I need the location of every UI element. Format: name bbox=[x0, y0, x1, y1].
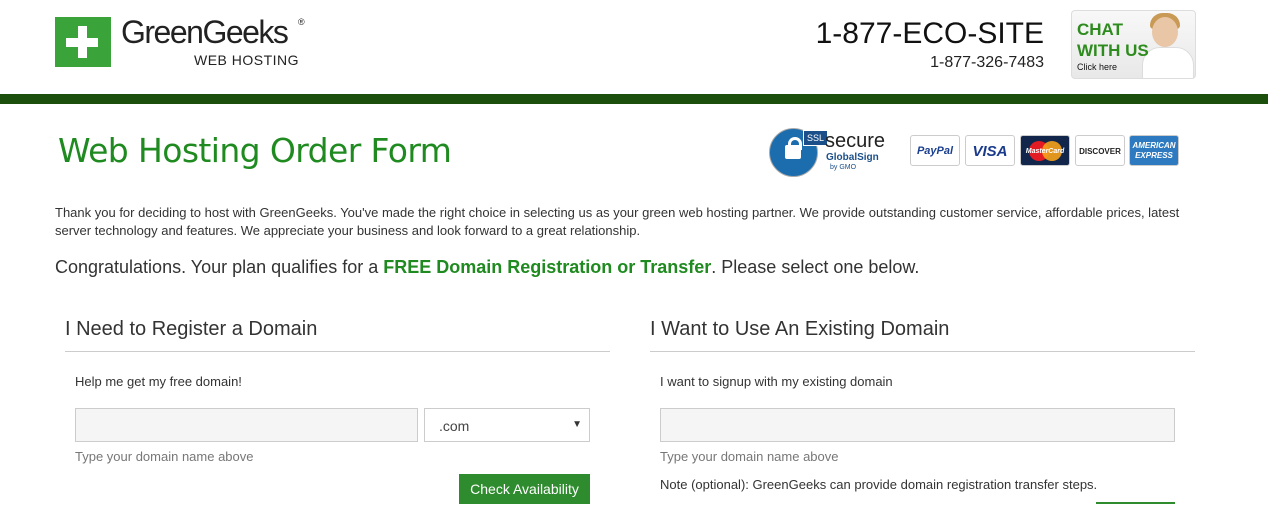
congrats-highlight: FREE Domain Registration or Transfer bbox=[383, 257, 712, 277]
check-availability-button[interactable]: Check Availability bbox=[459, 474, 590, 504]
chat-agent-body bbox=[1142, 47, 1194, 78]
register-heading: I Need to Register a Domain bbox=[65, 316, 610, 352]
existing-heading: I Want to Use An Existing Domain bbox=[650, 316, 1195, 352]
logo-subtitle: WEB HOSTING bbox=[194, 52, 300, 68]
amex-badge: AMERICAN EXPRESS bbox=[1129, 135, 1179, 166]
secure-subtitle: GlobalSign bbox=[826, 152, 879, 163]
phone-secondary: 1-877-326-7483 bbox=[930, 54, 1044, 71]
register-domain-input[interactable] bbox=[75, 408, 418, 442]
existing-hint: Type your domain name above bbox=[660, 449, 839, 464]
chat-label-1: CHAT bbox=[1077, 20, 1123, 39]
registered-mark: ® bbox=[298, 17, 305, 27]
mastercard-label: MasterCard bbox=[1025, 148, 1065, 155]
congrats-message: Congratulations. Your plan qualifies for… bbox=[55, 257, 919, 278]
existing-description: I want to signup with my existing domain bbox=[660, 374, 893, 389]
congrats-suffix: . Please select one below. bbox=[711, 257, 920, 277]
phone-primary: 1-877-ECO-SITE bbox=[815, 17, 1044, 50]
dropdown-arrow-icon: ▼ bbox=[572, 419, 582, 430]
partial-button-edge[interactable] bbox=[1096, 502, 1175, 504]
page-title: Web Hosting Order Form bbox=[58, 131, 452, 170]
header-divider-bar bbox=[0, 94, 1268, 104]
chat-agent-avatar bbox=[1152, 17, 1178, 47]
congrats-prefix: Congratulations. Your plan qualifies for… bbox=[55, 257, 384, 277]
existing-note: Note (optional): GreenGeeks can provide … bbox=[660, 477, 1098, 492]
register-description: Help me get my free domain! bbox=[75, 374, 242, 389]
register-hint: Type your domain name above bbox=[75, 449, 254, 464]
intro-paragraph: Thank you for deciding to host with Gree… bbox=[55, 205, 1180, 238]
existing-domain-panel: I Want to Use An Existing Domain I want … bbox=[640, 316, 1195, 504]
ssl-lock-icon bbox=[785, 145, 801, 159]
tld-selected-value: .com bbox=[439, 418, 470, 434]
visa-badge: VISA bbox=[965, 135, 1015, 166]
secure-by: by GMO bbox=[830, 164, 857, 171]
paypal-badge: PayPal bbox=[910, 135, 960, 166]
mastercard-badge: MasterCard bbox=[1020, 135, 1070, 166]
tld-select[interactable]: .com ▼ bbox=[424, 408, 590, 442]
existing-domain-input[interactable] bbox=[660, 408, 1175, 442]
register-domain-panel: I Need to Register a Domain Help me get … bbox=[55, 316, 610, 504]
plus-logo-icon[interactable] bbox=[55, 17, 111, 67]
site-header: GreenGeeks ® WEB HOSTING 1-877-ECO-SITE … bbox=[0, 0, 1268, 94]
secure-title: secure bbox=[825, 130, 886, 152]
chat-label-2: WITH US bbox=[1077, 41, 1149, 60]
logo-name[interactable]: GreenGeeks bbox=[121, 14, 289, 51]
chat-button[interactable]: CHAT WITH US Click here bbox=[1071, 10, 1196, 79]
discover-badge: DISCOVER bbox=[1075, 135, 1125, 166]
chat-label-3: Click here bbox=[1077, 62, 1118, 72]
